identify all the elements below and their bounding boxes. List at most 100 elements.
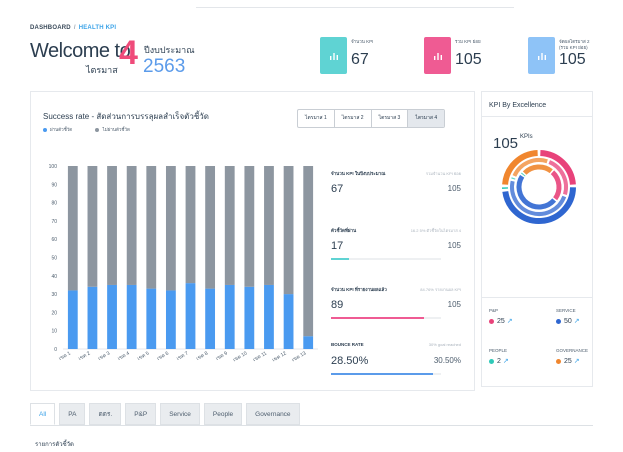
external-link-icon[interactable]: ↗ <box>507 317 513 325</box>
quarter-number: 4 <box>119 34 138 72</box>
stat-note: 84.76% รายงานผล KPI <box>420 287 461 292</box>
y-tick-label: 80 <box>51 201 57 207</box>
stat-note: 30% goal reached <box>428 342 461 347</box>
kbe-unit: KPIs <box>520 134 533 140</box>
tab-pa[interactable]: PA <box>59 403 86 425</box>
chart-legend: ผ่านตัวชี้วัด ไม่ผ่านตัวชี้วัด <box>43 126 152 133</box>
x-tick-label: เขต 10 <box>232 350 248 363</box>
kpi-card-tile <box>528 37 555 74</box>
bar-segment <box>264 284 274 349</box>
bar-segment <box>283 166 294 295</box>
kbe-category-value-row: 2 ↗ <box>489 357 509 365</box>
x-tick-label: เขต 2 <box>78 350 92 362</box>
kbe-category-people: PEOPLE 2 ↗ <box>489 348 509 365</box>
stat-progress-fill <box>331 373 434 375</box>
x-tick-label: เขต 9 <box>215 350 229 362</box>
tab-people[interactable]: People <box>203 403 243 425</box>
stat-label: จำนวน KPI ที่รายงานผลแล้ว <box>331 287 387 292</box>
breadcrumb-dashboard[interactable]: DASHBOARD <box>30 25 71 31</box>
tab-pp[interactable]: P&P <box>125 403 157 425</box>
bar-segment <box>67 290 78 349</box>
stat-progress-fill <box>331 258 349 260</box>
tabs-baseline <box>30 425 593 426</box>
bar-segment <box>205 288 216 349</box>
kbe-category-value: 50 <box>564 317 572 325</box>
bar-segment <box>87 286 98 349</box>
y-tick-label: 60 <box>51 237 57 243</box>
kbe-category-value: 25 <box>564 357 572 365</box>
kbe-category-name: P&P <box>489 308 499 313</box>
kpi-card-label: จัดผลไตรมาส 2 (รวม KPI ย่อย) <box>559 39 590 50</box>
bar-segment <box>185 166 196 284</box>
tab-quarter-4[interactable]: ไตรมาส 4 <box>408 110 445 127</box>
top-divider <box>196 7 514 8</box>
external-link-icon[interactable]: ↗ <box>574 357 580 365</box>
bar-segment <box>185 283 196 349</box>
breadcrumb-separator: / <box>73 25 76 31</box>
legend-item-pass: ผ่านตัวชี้วัด <box>43 126 72 133</box>
tab-inspection[interactable]: ตตร. <box>89 403 122 425</box>
external-link-icon[interactable]: ↗ <box>503 357 509 365</box>
tab-all[interactable]: All <box>30 403 56 425</box>
tab-quarter-2[interactable]: ไตรมาส 2 <box>335 110 372 127</box>
section-label: รายการตัวชี้วัด <box>35 442 74 448</box>
welcome-header: Welcome to ไตรมาส 4 ปีงบประมาณ 2563 <box>30 36 200 81</box>
bar-segment <box>126 166 137 285</box>
bar-segment <box>146 166 157 289</box>
bar-segment <box>87 166 98 287</box>
legend-label-fail: ไม่ผ่านตัวชี้วัด <box>102 127 130 132</box>
tab-quarter-3[interactable]: ไตรมาส 3 <box>372 110 409 127</box>
bar-segment <box>107 166 117 285</box>
kpi-card-value: 105 <box>559 51 586 68</box>
kbe-category-dot <box>556 358 561 364</box>
x-tick-label: เขต 8 <box>195 350 209 362</box>
kpi-card-label: รวม KPI ย่อย <box>455 39 481 44</box>
kpi-card-label: จำนวน KPI <box>351 39 374 44</box>
kbe-title: KPI By Excellence <box>489 102 547 109</box>
donut-slice <box>522 164 553 175</box>
bar-segment <box>283 294 294 349</box>
bar-segment <box>224 284 235 349</box>
quarter-tabs: ไตรมาส 1 ไตรมาส 2 ไตรมาส 3 ไตรมาส 4 <box>297 109 446 128</box>
donut-slice <box>521 172 526 177</box>
stat-note: 16.2 5% ตัวชี้วัดในไตรมาส 4 <box>410 228 461 233</box>
kbe-category-dot <box>489 318 494 324</box>
stat-max: 105 <box>447 300 461 309</box>
success-rate-bar-chart: 0 10 20 30 40 50 60 70 80 90 100 เขต 1 เขต 2 เขต 3 เขต… <box>49 164 318 363</box>
y-tick-label: 100 <box>49 164 58 170</box>
fiscal-year-number: 2563 <box>143 56 186 77</box>
bar-segment <box>303 336 314 349</box>
success-rate-panel: Success rate - สัดส่วนการบรรลุผลสำเร็จตั… <box>30 91 475 391</box>
bar-segment <box>264 166 274 285</box>
tab-quarter-1[interactable]: ไตรมาส 1 <box>298 110 335 127</box>
stat-max: 105 <box>447 184 461 193</box>
x-tick-label: เขต 13 <box>291 350 307 363</box>
quarter-label: ไตรมาส <box>86 65 118 75</box>
x-tick-label: เขต 7 <box>176 350 190 362</box>
tab-governance[interactable]: Governance <box>246 403 300 425</box>
kpi-card-tile <box>424 37 451 74</box>
fiscal-year-label: ปีงบประมาณ <box>144 45 195 55</box>
y-tick-label: 30 <box>51 292 57 298</box>
bar-segment <box>126 284 137 349</box>
kbe-category-value: 25 <box>497 317 505 325</box>
stat-progress-track <box>331 317 441 319</box>
x-tick-label: เขต 5 <box>136 350 150 362</box>
donut-slice <box>516 174 557 210</box>
stat-progress-track <box>331 258 441 260</box>
kpi-card-tile <box>320 37 347 74</box>
kbe-category-name: SERVICE <box>556 308 576 313</box>
stat-max: 30.50% <box>433 356 461 365</box>
kbe-divider <box>482 116 592 117</box>
external-link-icon[interactable]: ↗ <box>574 317 580 325</box>
breadcrumb-current[interactable]: HEALTH KPI <box>79 25 117 31</box>
stat-label: จำนวน KPI ในปีงบประมาณ <box>331 171 386 176</box>
stat-progress-fill <box>331 317 425 319</box>
kbe-category-dot <box>556 318 561 324</box>
tab-service[interactable]: Service <box>160 403 200 425</box>
bar-segment <box>146 288 157 349</box>
kbe-category-value-row: 50 ↗ <box>556 317 580 325</box>
x-tick-label: เขต 4 <box>117 350 131 362</box>
kpi-card-value: 105 <box>455 51 482 68</box>
y-tick-label: 50 <box>51 256 57 262</box>
